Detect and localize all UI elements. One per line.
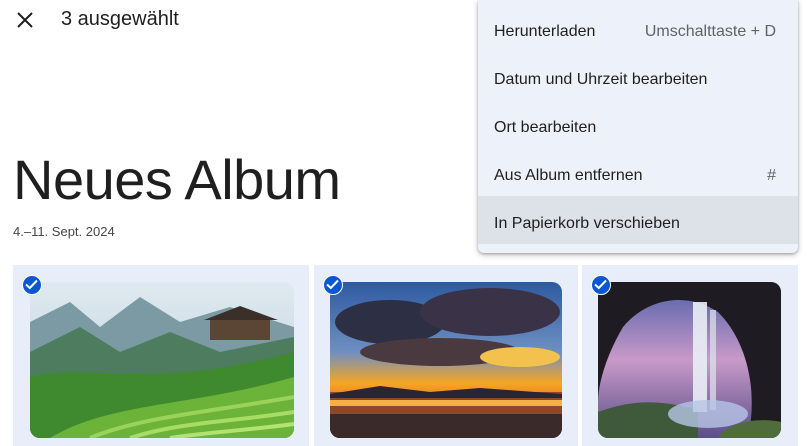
selected-check-icon[interactable]	[323, 275, 343, 295]
close-selection-button[interactable]	[14, 9, 36, 31]
selected-check-icon[interactable]	[591, 275, 611, 295]
menu-item-remove-from-album[interactable]: Aus Album entfernen #	[478, 148, 798, 196]
menu-item-label: In Papierkorb verschieben	[494, 215, 680, 232]
photo-sunset-lake[interactable]	[330, 282, 562, 438]
menu-item-edit-date-time[interactable]: Datum und Uhrzeit bearbeiten	[478, 52, 798, 100]
menu-item-label: Ort bearbeiten	[494, 119, 597, 136]
photo-waterfall-cave[interactable]	[598, 282, 781, 438]
menu-item-download[interactable]: Herunterladen Umschalttaste + D	[478, 4, 798, 52]
photo-tile-rice-terraces[interactable]	[13, 265, 309, 446]
selected-check-icon[interactable]	[22, 275, 42, 295]
photo-tile-sunset-lake[interactable]	[314, 265, 578, 446]
menu-item-label: Datum und Uhrzeit bearbeiten	[494, 71, 708, 88]
menu-item-shortcut: #	[767, 167, 776, 184]
close-icon	[17, 12, 33, 28]
photo-rice-terraces[interactable]	[30, 282, 294, 438]
menu-item-move-to-trash[interactable]: In Papierkorb verschieben	[478, 196, 798, 244]
album-title[interactable]: Neues Album	[13, 148, 341, 212]
selection-count: 3 ausgewählt	[61, 8, 179, 30]
photo-actions-menu: Herunterladen Umschalttaste + D Datum un…	[478, 0, 798, 253]
menu-item-label: Herunterladen	[494, 23, 596, 40]
menu-item-shortcut: Umschalttaste + D	[644, 23, 776, 40]
menu-item-label: Aus Album entfernen	[494, 167, 643, 184]
photo-tile-waterfall-cave[interactable]	[582, 265, 798, 446]
album-date-range: 4.–11. Sept. 2024	[13, 224, 115, 239]
menu-item-edit-location[interactable]: Ort bearbeiten	[478, 100, 798, 148]
